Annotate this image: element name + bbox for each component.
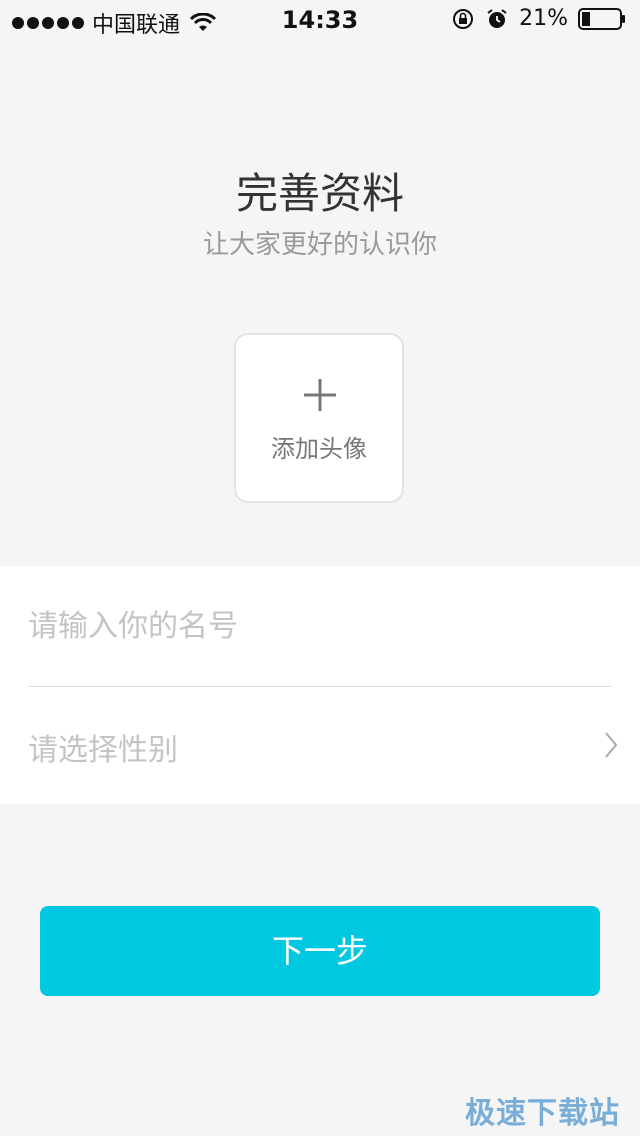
chevron-right-icon [605, 732, 618, 758]
rotation-lock-icon [453, 8, 474, 29]
name-input[interactable] [28, 566, 612, 686]
status-right: 21% [451, 6, 626, 31]
gender-select[interactable]: 请选择性别 [0, 687, 640, 804]
alarm-icon [487, 8, 507, 28]
watermark: 极速下载站 [465, 1096, 620, 1131]
profile-form: 请选择性别 [0, 566, 640, 804]
add-avatar-button[interactable]: 添加头像 [234, 333, 404, 503]
page-title: 完善资料 [235, 169, 404, 218]
page-subtitle: 让大家更好的认识你 [202, 230, 437, 260]
add-avatar-label: 添加头像 [271, 435, 367, 463]
next-button[interactable]: 下一步 [40, 906, 600, 996]
status-bar: 中国联通 14:33 21% [0, 0, 640, 40]
gender-placeholder: 请选择性别 [28, 733, 178, 768]
plus-icon [304, 379, 336, 411]
battery-icon [578, 7, 625, 30]
battery-percent: 21% [519, 6, 568, 31]
